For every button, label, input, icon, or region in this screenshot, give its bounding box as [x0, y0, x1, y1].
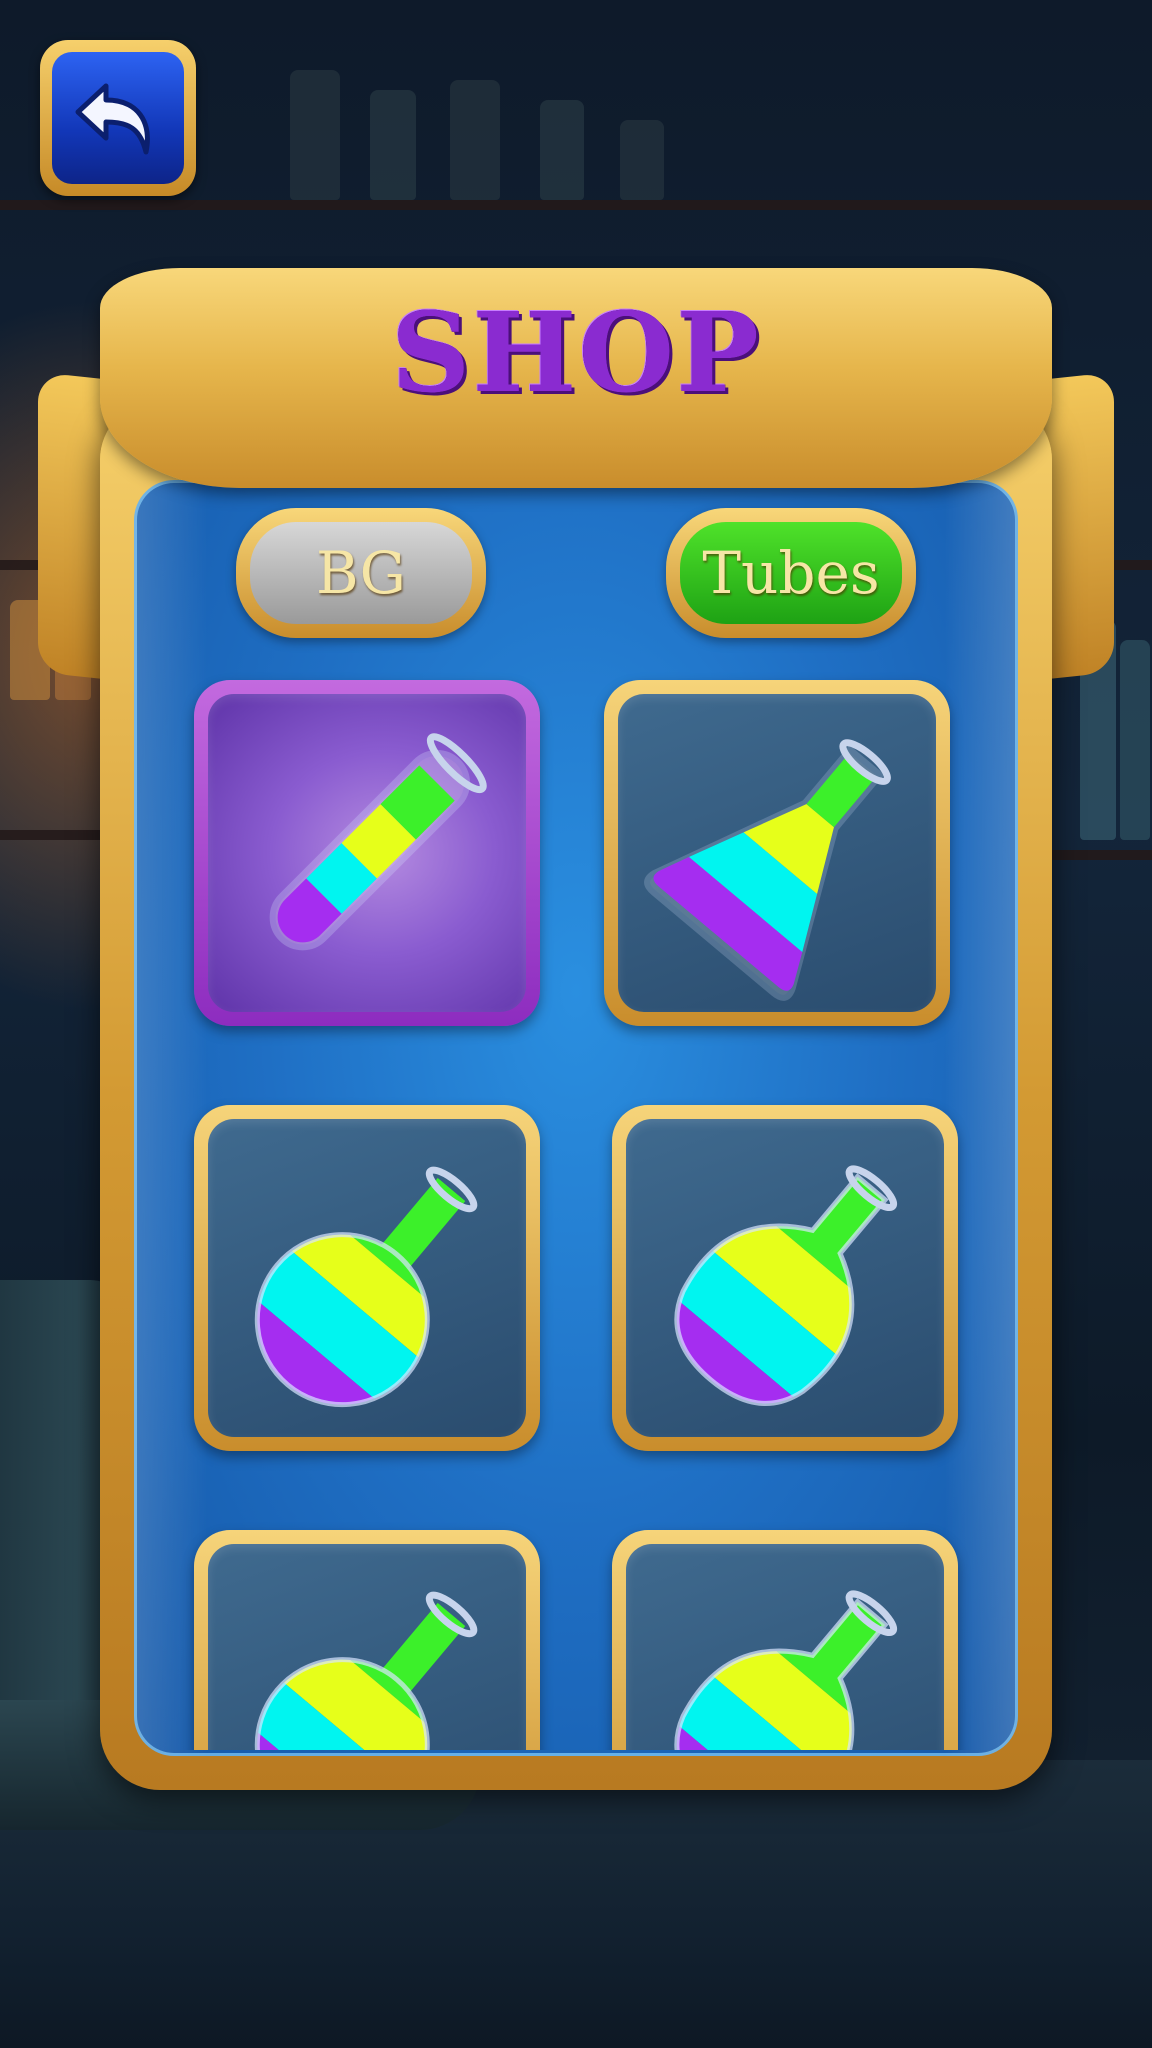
shop-item[interactable]	[194, 1105, 540, 1451]
shop-item-face	[618, 694, 936, 1012]
shop-item-face	[208, 694, 526, 1012]
shop-item[interactable]	[604, 680, 950, 1026]
bottle	[450, 80, 500, 200]
test-tube-icon	[269, 733, 487, 951]
item-grid[interactable]	[134, 480, 1018, 1750]
bottle	[290, 70, 340, 200]
shelf	[0, 200, 1152, 210]
round-flask-icon	[222, 1166, 478, 1437]
shop-item-face	[208, 1544, 526, 1750]
round-flask-icon	[222, 1591, 478, 1750]
back-button[interactable]	[40, 40, 196, 196]
shop-item-face	[208, 1119, 526, 1437]
shop-item[interactable]	[194, 680, 540, 1026]
bottle	[1120, 640, 1150, 840]
back-button-face	[52, 52, 184, 184]
bottle	[620, 120, 664, 200]
shop-item-face	[626, 1544, 944, 1750]
conical-flask-icon	[644, 739, 891, 1001]
shelf	[1040, 850, 1152, 860]
shop-item[interactable]	[612, 1530, 958, 1750]
pear-flask-icon	[647, 1135, 935, 1433]
pear-flask-icon	[647, 1560, 935, 1750]
page-title: SHOP	[391, 288, 761, 417]
shop-item-face	[626, 1119, 944, 1437]
back-arrow-icon	[75, 83, 150, 155]
shop-item[interactable]	[194, 1530, 540, 1750]
bottle	[540, 100, 584, 200]
bottle	[370, 90, 416, 200]
shop-item[interactable]	[612, 1105, 958, 1451]
